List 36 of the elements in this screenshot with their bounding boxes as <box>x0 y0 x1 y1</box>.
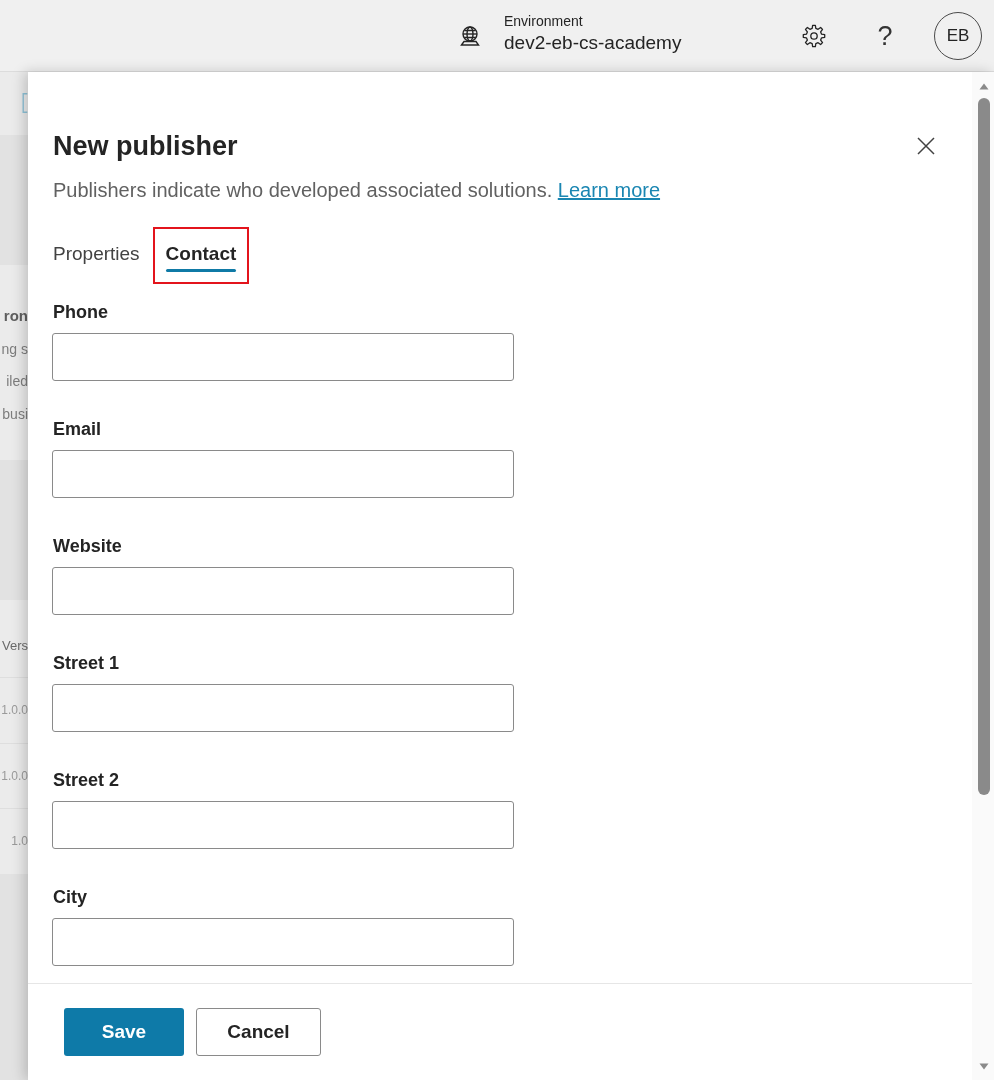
field-label: Street 2 <box>53 769 120 792</box>
environment-button[interactable]: Environment dev2-eb-cs-academy <box>456 7 790 64</box>
input-field[interactable] <box>52 918 514 966</box>
card-text: busi <box>1 404 28 424</box>
input-field[interactable] <box>52 567 514 615</box>
scroll-down-icon[interactable] <box>979 1063 989 1070</box>
panel-title: New publisher <box>53 130 238 163</box>
field-label: Website <box>53 535 122 558</box>
card-heading: ron <box>2 306 28 326</box>
tab[interactable]: Properties <box>40 227 153 284</box>
scrollbar-thumb[interactable] <box>978 98 990 795</box>
close-icon <box>917 137 935 155</box>
input-field[interactable] <box>52 333 514 381</box>
table-cell: 1.0 <box>11 834 28 849</box>
tab[interactable]: Contact <box>152 227 250 284</box>
input-field[interactable] <box>52 450 514 498</box>
table-cell: 1.0.0 <box>1 768 28 783</box>
field-label: Street 1 <box>53 652 120 675</box>
help-button[interactable]: ? <box>861 11 909 60</box>
save-button[interactable]: Save <box>64 1008 184 1056</box>
settings-icon <box>802 23 826 48</box>
card-text: ng s <box>0 339 28 359</box>
table-cell: 1.0.0 <box>1 703 28 718</box>
input-field[interactable] <box>52 684 514 732</box>
cancel-button[interactable]: Cancel <box>196 1008 321 1056</box>
field-label: City <box>53 886 87 909</box>
field-label: Phone <box>53 301 108 324</box>
field-label: Email <box>53 418 102 441</box>
card-text: iled <box>5 372 28 391</box>
input-field[interactable] <box>52 801 514 849</box>
scroll-up-icon[interactable] <box>979 83 989 90</box>
globe-icon <box>458 23 482 48</box>
description-text: Publishers indicate who developed associated solutions. Learn more <box>53 178 662 203</box>
learn-more-link[interactable]: Learn more <box>557 179 661 201</box>
column-header: Vers <box>2 637 28 653</box>
bracket-icon <box>22 92 28 113</box>
